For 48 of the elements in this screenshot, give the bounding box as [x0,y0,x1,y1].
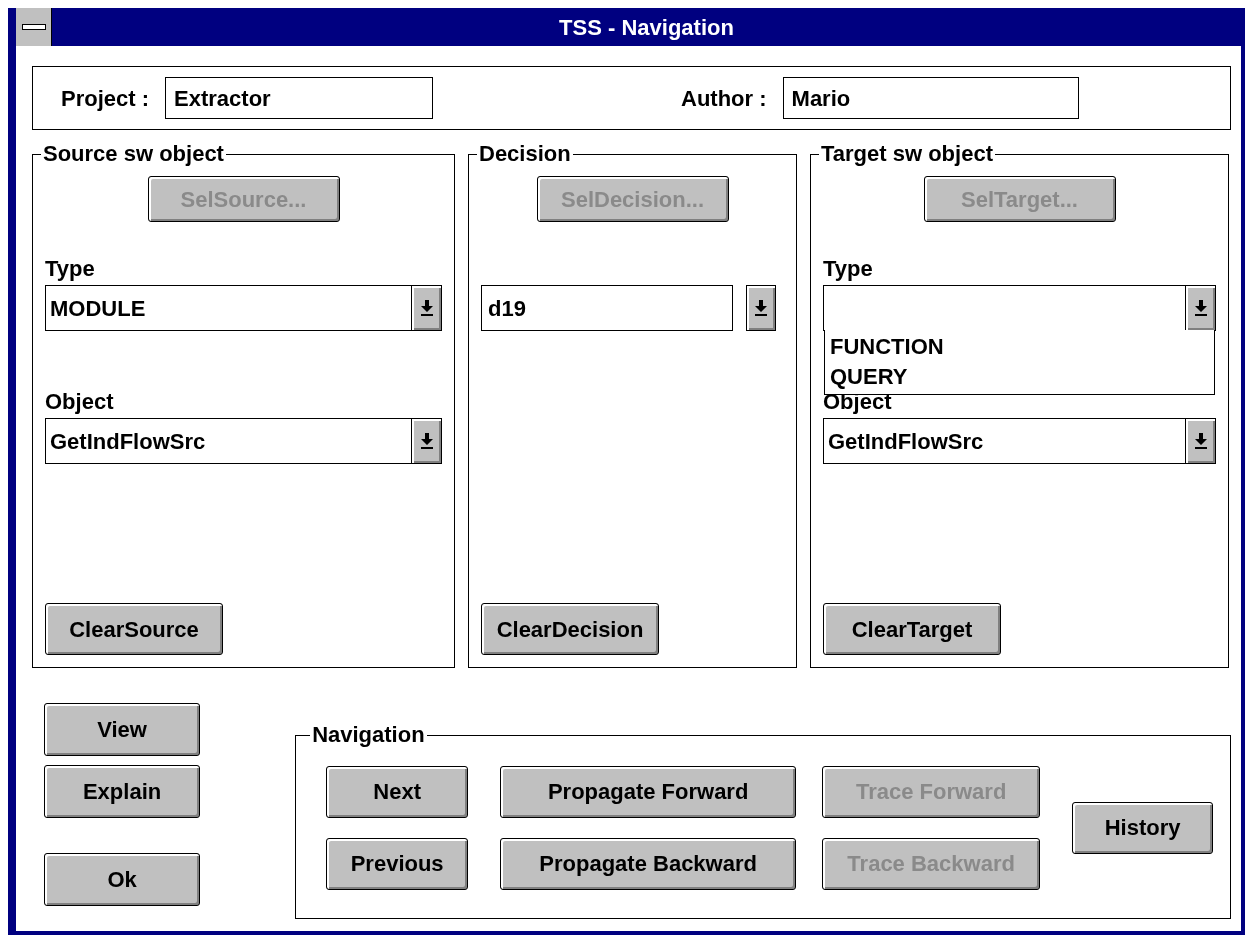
action-button[interactable]: Ok [44,853,201,906]
navigation-button[interactable]: Previous [326,837,469,890]
text-field[interactable]: Extractor [165,77,434,119]
dropdown-value: GetIndFlowSrc [50,427,206,456]
clear-button[interactable]: ClearDecision [481,603,659,655]
dropdown-button[interactable] [1185,419,1215,463]
group-title: Source sw object [42,144,225,164]
group-title: Navigation [311,725,426,745]
dropdown-option[interactable]: QUERY [830,362,1209,392]
dropdown[interactable]: d19 [481,285,733,331]
field-label: Object [45,389,114,415]
window-title: TSS - Navigation [559,13,734,42]
navigation-button[interactable]: Propagate Backward [500,837,797,890]
field-value: Mario [791,84,851,113]
dropdown[interactable]: GetIndFlowSrc [45,418,442,464]
field-label: Author : [681,84,767,113]
field-label: Object [823,389,892,415]
down-arrow-icon [420,300,433,316]
dropdown-value: MODULE [50,294,146,323]
dropdown-option[interactable]: FUNCTION [830,332,1209,362]
dropdown-value: d19 [488,294,526,323]
action-button[interactable]: View [44,703,201,756]
dropdown-value: GetIndFlowSrc [828,427,984,456]
navigation-button[interactable]: Propagate Forward [500,765,797,818]
dropdown-button[interactable] [746,285,776,331]
navigation-button[interactable]: History [1072,801,1214,854]
field-label: Type [823,256,873,282]
dropdown-button[interactable] [411,419,441,463]
group-title: Target sw object [820,144,994,164]
dropdown-button[interactable] [1185,286,1215,330]
down-arrow-icon [1194,300,1207,316]
text-field[interactable]: Mario [782,77,1079,119]
clear-button[interactable]: ClearSource [45,603,223,655]
field-label: Type [45,256,95,282]
field-label: Project : [61,84,150,113]
down-arrow-icon [420,433,433,449]
clear-button[interactable]: ClearTarget [823,603,1001,655]
action-button[interactable]: Explain [44,765,201,818]
system-menu-button[interactable] [16,8,52,46]
dropdown[interactable]: GetIndFlowSrc [823,418,1216,464]
group-title: Decision [478,144,572,164]
down-arrow-icon [1194,433,1207,449]
dropdown-button[interactable] [411,286,441,330]
navigation-button[interactable]: Next [326,765,469,818]
down-arrow-icon [755,300,767,316]
dash-icon [21,24,46,30]
field-value: Extractor [174,84,271,113]
dropdown[interactable]: MODULE [45,285,442,331]
